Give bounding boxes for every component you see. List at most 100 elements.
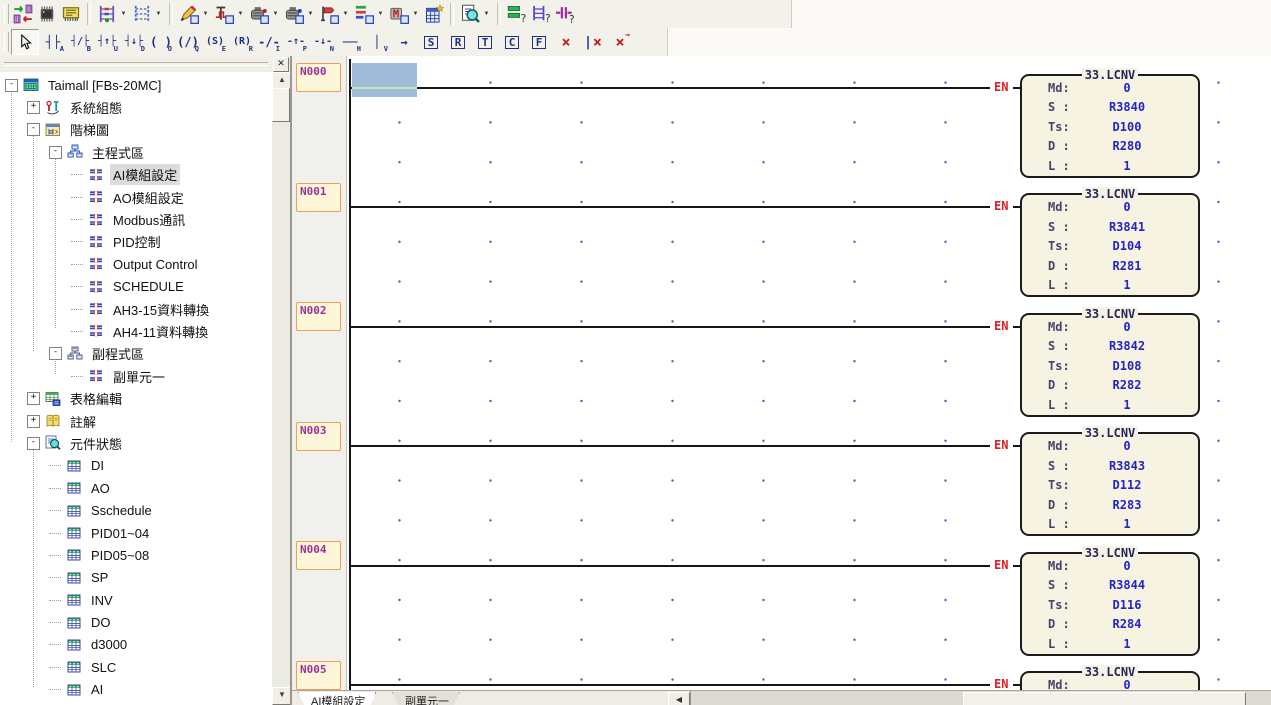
tree-item[interactable]: SP xyxy=(0,567,272,589)
bottom-tab[interactable]: 副單元一 xyxy=(392,692,460,705)
tree-item[interactable]: +註解 xyxy=(0,410,272,432)
contact-b-tool[interactable]: ┤/├B xyxy=(67,30,93,54)
tree-item[interactable]: AH3-15資料轉換 xyxy=(0,298,272,320)
func-c-tool[interactable]: C xyxy=(499,30,525,54)
select-tool[interactable] xyxy=(11,29,39,55)
chip-button[interactable] xyxy=(35,2,59,26)
contact-help-button[interactable]: ? xyxy=(553,2,577,26)
close-panel-button[interactable]: ✕ xyxy=(273,57,289,72)
coil-q-tool[interactable]: (/)Q xyxy=(175,30,201,54)
delete-vline-tool[interactable]: |× xyxy=(580,30,606,54)
toolbar-grip[interactable] xyxy=(4,4,9,24)
selected-cell[interactable] xyxy=(352,63,417,97)
toolbar-grip[interactable] xyxy=(4,32,9,52)
scrollbar-thumb[interactable] xyxy=(272,88,290,122)
pulse-n-tool[interactable]: -↓-N xyxy=(310,30,336,54)
tree-item[interactable]: -主程式區 xyxy=(0,141,272,163)
tag-button[interactable]: ▼ xyxy=(317,2,352,26)
tree-item[interactable]: -副程式區 xyxy=(0,343,272,365)
tree-item[interactable]: d3000 xyxy=(0,634,272,656)
function-block[interactable]: 33.LCNVMd:0S :R3843Ts:D112D :R283L :1 xyxy=(1020,432,1200,536)
dropdown-arrow-icon[interactable]: ▼ xyxy=(119,11,128,17)
dropdown-arrow-icon[interactable]: ▼ xyxy=(271,11,280,17)
list-help-button[interactable]: ? xyxy=(505,2,529,26)
func-r-tool[interactable]: R xyxy=(445,30,471,54)
hline-tool[interactable]: ──H xyxy=(337,30,363,54)
rung-number[interactable]: N002 xyxy=(296,302,341,331)
network-button[interactable]: ▼ xyxy=(95,2,130,26)
tree-item[interactable]: AI xyxy=(0,679,272,701)
tree-item[interactable]: -元件狀態 xyxy=(0,432,272,454)
tree-item[interactable]: SLC xyxy=(0,656,272,678)
ladder-help-button[interactable]: ? xyxy=(529,2,553,26)
search-button[interactable]: ▼ xyxy=(458,2,493,26)
io-config-button[interactable] xyxy=(11,2,35,26)
delete-hline-tool[interactable]: ×→ xyxy=(607,30,633,54)
bottom-tab[interactable]: AI模組設定 xyxy=(298,692,376,705)
tree-item[interactable]: PID01~04 xyxy=(0,522,272,544)
table-calc-button[interactable] xyxy=(422,2,446,26)
dropdown-arrow-icon[interactable]: ▼ xyxy=(411,11,420,17)
arrow-tool[interactable]: → xyxy=(391,30,417,54)
rung-number[interactable]: N005 xyxy=(296,661,341,690)
horizontal-scrollbar[interactable] xyxy=(690,691,1271,705)
tree-item[interactable]: AO xyxy=(0,477,272,499)
contact-u-tool[interactable]: ┤↑├U xyxy=(94,30,120,54)
tree-item[interactable]: Modbus通訊 xyxy=(0,208,272,230)
device-m-button[interactable]: M▼ xyxy=(387,2,422,26)
collapse-toggle-icon[interactable]: - xyxy=(27,123,40,136)
func-f-tool[interactable]: F xyxy=(526,30,552,54)
collapse-toggle-icon[interactable]: - xyxy=(49,146,62,159)
function-block[interactable]: 33.LCNVMd:0S :R3840Ts:D100D :R280L :1 xyxy=(1020,74,1200,178)
collapse-toggle-icon[interactable]: - xyxy=(27,437,40,450)
tree-item[interactable]: PID控制 xyxy=(0,231,272,253)
rung-number[interactable]: N003 xyxy=(296,422,341,451)
coil-r-tool[interactable]: (R)R xyxy=(229,30,255,54)
collapse-toggle-icon[interactable]: - xyxy=(5,79,18,92)
status-list-button[interactable]: ▼ xyxy=(352,2,387,26)
tree-item[interactable]: AO模組設定 xyxy=(0,186,272,208)
coil-e-tool[interactable]: (S)E xyxy=(202,30,228,54)
rung-number[interactable]: N004 xyxy=(296,541,341,570)
func-s-tool[interactable]: S xyxy=(418,30,444,54)
func-t-tool[interactable]: T xyxy=(472,30,498,54)
rung-number[interactable]: N000 xyxy=(296,63,341,92)
expand-toggle-icon[interactable]: + xyxy=(27,101,40,114)
function-block[interactable]: 33.LCNVMd:0S :R3842Ts:D108D :R282L :1 xyxy=(1020,313,1200,417)
dropdown-arrow-icon[interactable]: ▼ xyxy=(154,11,163,17)
rom-button[interactable] xyxy=(59,2,83,26)
tree-item[interactable]: AI模組設定 xyxy=(0,164,272,186)
edit-pencil-button[interactable]: ▼ xyxy=(177,2,212,26)
tree-item[interactable]: 副單元一 xyxy=(0,365,272,387)
dropdown-arrow-icon[interactable]: ▼ xyxy=(482,11,491,17)
dropdown-arrow-icon[interactable]: ▼ xyxy=(306,11,315,17)
rung-number[interactable]: N001 xyxy=(296,183,341,212)
dropdown-arrow-icon[interactable]: ▼ xyxy=(341,11,350,17)
tree-item[interactable]: +系統組態 xyxy=(0,96,272,118)
tree-item[interactable]: -Taimall [FBs-20MC] xyxy=(0,74,272,96)
tree-scrollbar[interactable]: ▲ ▼ xyxy=(272,72,290,705)
signal-monitor-button[interactable]: ▼ xyxy=(212,2,247,26)
vline-tool[interactable]: │V xyxy=(364,30,390,54)
tree-item[interactable]: AH4-11資料轉換 xyxy=(0,320,272,342)
tree-item[interactable]: -階梯圖 xyxy=(0,119,272,141)
tree-item[interactable]: DO xyxy=(0,611,272,633)
function-block[interactable]: 33.LCNVMd:0S :R3841Ts:D104D :R281L :1 xyxy=(1020,193,1200,297)
scroll-down-button[interactable]: ▼ xyxy=(272,687,292,705)
expand-toggle-icon[interactable]: + xyxy=(27,415,40,428)
tree-item[interactable]: Sschedule xyxy=(0,499,272,521)
collapse-toggle-icon[interactable]: - xyxy=(49,347,62,360)
horizontal-scrollbar-thumb[interactable] xyxy=(963,692,1246,705)
tree-item[interactable]: DI xyxy=(0,455,272,477)
tab-scroll-left-button[interactable]: ◀ xyxy=(668,692,690,705)
contact-a-tool[interactable]: ┤├A xyxy=(40,30,66,54)
tree-item[interactable]: PID05~08 xyxy=(0,544,272,566)
device-b-button[interactable]: ▼ xyxy=(282,2,317,26)
expand-toggle-icon[interactable]: + xyxy=(27,392,40,405)
device-a-button[interactable]: ▼ xyxy=(247,2,282,26)
coil-o-tool[interactable]: ( )O xyxy=(148,30,174,54)
dropdown-arrow-icon[interactable]: ▼ xyxy=(236,11,245,17)
pulse-p-tool[interactable]: -↑-P xyxy=(283,30,309,54)
dropdown-arrow-icon[interactable]: ▼ xyxy=(201,11,210,17)
tree-item[interactable]: +表格編輯 xyxy=(0,387,272,409)
